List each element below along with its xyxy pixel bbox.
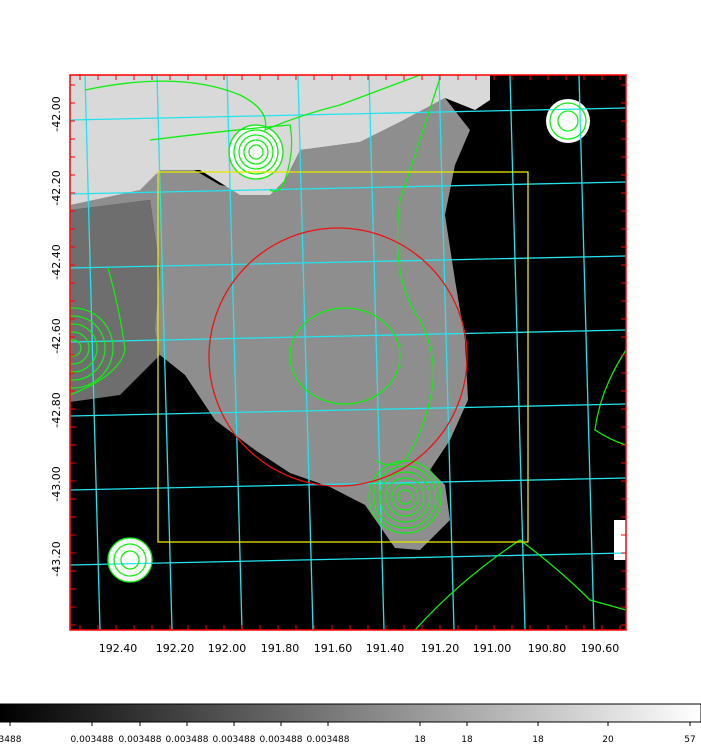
bright-source-1 bbox=[230, 126, 282, 178]
colorbar-label: 3488 bbox=[0, 735, 22, 745]
colorbar-label: 0.003488 bbox=[71, 735, 114, 745]
bright-edge-source bbox=[614, 520, 626, 560]
dec-tick-label: -42.00 bbox=[50, 96, 63, 131]
ra-tick-label: 191.00 bbox=[473, 642, 512, 655]
ra-tick-label: 192.40 bbox=[99, 642, 138, 655]
colorbar-label: 18 bbox=[461, 735, 473, 745]
colorbar-label: 0.003488 bbox=[166, 735, 209, 745]
ra-tick-label: 190.60 bbox=[581, 642, 620, 655]
ra-tick-label: 192.20 bbox=[156, 642, 195, 655]
colorbar-label: 0.003488 bbox=[213, 735, 256, 745]
colorbar-label: 18 bbox=[532, 735, 544, 745]
colorbar-label: 0.003488 bbox=[307, 735, 350, 745]
colorbar-label: 0.003488 bbox=[260, 735, 303, 745]
ra-tick-label: 191.20 bbox=[421, 642, 460, 655]
ra-tick-label: 191.80 bbox=[261, 642, 300, 655]
ra-tick-label: 191.40 bbox=[366, 642, 405, 655]
dec-tick-label: -42.40 bbox=[50, 244, 63, 279]
dec-axis-labels: -42.00 -42.20 -42.40 -42.60 -42.80 -43.00 -43.… bbox=[50, 96, 63, 576]
dec-tick-label: -43.20 bbox=[50, 541, 63, 576]
bright-source-2 bbox=[546, 99, 590, 143]
image-area bbox=[70, 75, 626, 630]
sky-map: 192.40 192.20 192.00 191.80 191.60 191.40 191.… bbox=[0, 74, 701, 745]
ra-axis-labels: 192.40 192.20 192.00 191.80 191.60 191.40 191.… bbox=[99, 642, 620, 655]
colorbar-label: 0.003488 bbox=[119, 735, 162, 745]
dec-tick-label: -43.00 bbox=[50, 466, 63, 501]
colorbar bbox=[0, 703, 701, 723]
colorbar-labels: 3488 0.003488 0.003488 0.003488 0.003488 0.00… bbox=[0, 722, 696, 745]
dec-tick-label: -42.80 bbox=[50, 392, 63, 427]
dec-tick-label: -42.60 bbox=[50, 318, 63, 353]
ra-tick-label: 191.60 bbox=[314, 642, 353, 655]
ra-tick-label: 190.80 bbox=[528, 642, 567, 655]
colorbar-label: 18 bbox=[414, 735, 426, 745]
colorbar-label: 57 bbox=[684, 735, 695, 745]
dec-tick-label: -42.20 bbox=[50, 170, 63, 205]
ra-tick-label: 192.00 bbox=[208, 642, 247, 655]
colorbar-label: 20 bbox=[602, 735, 614, 745]
